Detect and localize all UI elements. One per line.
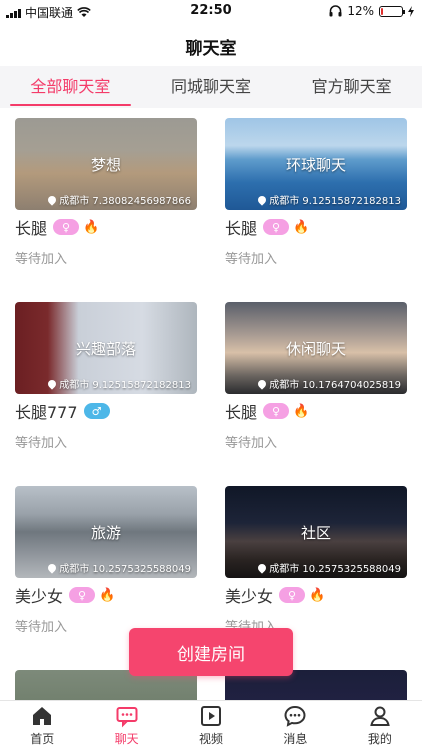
gender-female-icon: ♀: [279, 587, 306, 603]
room-name: 休闲聊天: [285, 340, 346, 358]
room-category-tabs: 全部聊天室 同城聊天室 官方聊天室: [0, 66, 422, 108]
room-thumbnail[interactable]: 社区 成都市 10.2575325588049: [225, 486, 407, 578]
room-card[interactable]: 梦想 成都市 7.38082456987866 长腿 ♀ 🔥 等待加入: [15, 118, 197, 267]
hot-fire-icon: 🔥: [99, 587, 116, 603]
owner-name: 美少女: [225, 587, 274, 606]
gender-female-icon: ♀: [263, 403, 290, 419]
page-title: 聊天室: [185, 39, 237, 59]
tab-all-rooms[interactable]: 全部聊天室: [0, 66, 141, 108]
room-thumbnail[interactable]: 休闲聊天 成都市 10.1764704025819: [225, 302, 407, 394]
room-name: 旅游: [90, 524, 121, 542]
location-pin-icon: [46, 193, 58, 206]
hot-fire-icon: 🔥: [293, 403, 310, 419]
room-meta: 长腿777 ♂: [15, 400, 197, 422]
home-icon: [33, 707, 52, 725]
tabbar-chat[interactable]: 聊天: [84, 701, 168, 750]
room-thumbnail[interactable]: 梦想 成都市 7.38082456987866: [15, 118, 197, 210]
location-text: 成都市 7.38082456987866: [59, 196, 191, 207]
gender-male-icon: ♂: [83, 403, 110, 419]
room-thumbnail[interactable]: 旅游 成都市 10.2575325588049: [15, 486, 197, 578]
location-text: 成都市 10.1764704025819: [269, 380, 401, 391]
active-tab-indicator: [10, 104, 131, 106]
tab-official-rooms[interactable]: 官方聊天室: [281, 66, 422, 108]
create-room-button[interactable]: 创建房间: [129, 628, 293, 676]
room-meta: 美少女 ♀ 🔥: [225, 584, 407, 606]
room-location: 成都市 10.1764704025819: [256, 376, 401, 391]
tabbar-label: 我的: [367, 732, 392, 746]
tabbar-label: 首页: [30, 732, 55, 746]
tabbar-label: 消息: [283, 732, 308, 746]
location-text: 成都市 10.2575325588049: [269, 564, 401, 575]
battery-icon: [379, 5, 405, 17]
room-status: 等待加入: [225, 436, 278, 451]
message-icon: [284, 705, 306, 727]
hot-fire-icon: 🔥: [309, 587, 326, 603]
location-text: 成都市 10.2575325588049: [59, 564, 191, 575]
location-pin-icon: [256, 193, 268, 206]
owner-name: 长腿: [15, 219, 48, 238]
room-meta: 长腿 ♀ 🔥: [225, 216, 407, 238]
gender-female-icon: ♀: [69, 587, 96, 603]
owner-name: 长腿: [225, 403, 258, 422]
tabbar-profile[interactable]: 我的: [338, 701, 422, 750]
tabbar-label: 聊天: [114, 732, 139, 746]
location-pin-icon: [256, 561, 268, 574]
gender-female-icon: ♀: [53, 219, 80, 235]
location-pin-icon: [256, 377, 268, 390]
video-icon: [201, 706, 222, 726]
headphone-icon: [329, 5, 342, 17]
tabbar-home[interactable]: 首页: [0, 701, 84, 750]
room-location: 成都市 9.12515872182813: [46, 376, 191, 391]
room-name: 梦想: [90, 156, 121, 174]
hot-fire-icon: 🔥: [293, 219, 310, 235]
chat-icon: [116, 707, 138, 728]
tabbar-video[interactable]: 视频: [169, 701, 253, 750]
room-card[interactable]: 兴趣部落 成都市 9.12515872182813 长腿777 ♂ 等待加入: [15, 302, 197, 451]
tabbar-messages[interactable]: 消息: [253, 701, 337, 750]
room-name: 环球聊天: [285, 156, 346, 174]
charging-icon: [408, 5, 414, 17]
status-right: 12%: [329, 4, 414, 18]
room-card[interactable]: 旅游 成都市 10.2575325588049 美少女 ♀ 🔥 等待加入: [15, 486, 197, 635]
location-pin-icon: [46, 377, 58, 390]
room-card[interactable]: 环球聊天 成都市 9.12515872182813 长腿 ♀ 🔥 等待加入: [225, 118, 407, 267]
tab-local-rooms[interactable]: 同城聊天室: [141, 66, 282, 108]
location-text: 成都市 9.12515872182813: [269, 196, 401, 207]
hot-fire-icon: 🔥: [83, 219, 100, 235]
room-status: 等待加入: [225, 252, 278, 267]
room-location: 成都市 10.2575325588049: [46, 560, 191, 575]
location-text: 成都市 9.12515872182813: [59, 380, 191, 391]
room-card[interactable]: 休闲聊天 成都市 10.1764704025819 长腿 ♀ 🔥 等待加入: [225, 302, 407, 451]
room-location: 成都市 7.38082456987866: [46, 192, 191, 207]
tab-label: 同城聊天室: [171, 77, 252, 96]
status-bar: 中国联通 22:50 12%: [0, 0, 422, 24]
room-name: 社区: [300, 524, 331, 542]
room-meta: 美少女 ♀ 🔥: [15, 584, 197, 606]
room-name: 兴趣部落: [75, 340, 136, 358]
room-meta: 长腿 ♀ 🔥: [225, 400, 407, 422]
owner-name: 长腿777: [15, 403, 78, 422]
room-thumbnail[interactable]: 兴趣部落 成都市 9.12515872182813: [15, 302, 197, 394]
owner-name: 美少女: [15, 587, 64, 606]
nav-bar: 聊天室: [0, 24, 422, 66]
battery-percent: 12%: [347, 4, 374, 18]
bottom-tab-bar: 首页 聊天 视频 消息 我的: [0, 700, 422, 750]
room-meta: 长腿 ♀ 🔥: [15, 216, 197, 238]
room-status: 等待加入: [15, 436, 68, 451]
tab-label: 全部聊天室: [30, 77, 111, 96]
room-card[interactable]: 社区 成都市 10.2575325588049 美少女 ♀ 🔥 等待加入: [225, 486, 407, 635]
tab-label: 官方聊天室: [311, 77, 392, 96]
room-status: 等待加入: [15, 252, 68, 267]
room-thumbnail[interactable]: 环球聊天 成都市 9.12515872182813: [225, 118, 407, 210]
gender-female-icon: ♀: [263, 219, 290, 235]
profile-icon: [370, 706, 390, 726]
owner-name: 长腿: [225, 219, 258, 238]
room-location: 成都市 9.12515872182813: [256, 192, 401, 207]
chat-room-screen: 中国联通 22:50 12% 聊天室 全部聊天室 同城聊天室 官方聊天室 梦想 …: [0, 0, 422, 750]
room-grid: 梦想 成都市 7.38082456987866 长腿 ♀ 🔥 等待加入 环球聊天…: [0, 108, 422, 700]
tabbar-label: 视频: [199, 732, 224, 746]
location-pin-icon: [46, 561, 58, 574]
room-location: 成都市 10.2575325588049: [256, 560, 401, 575]
